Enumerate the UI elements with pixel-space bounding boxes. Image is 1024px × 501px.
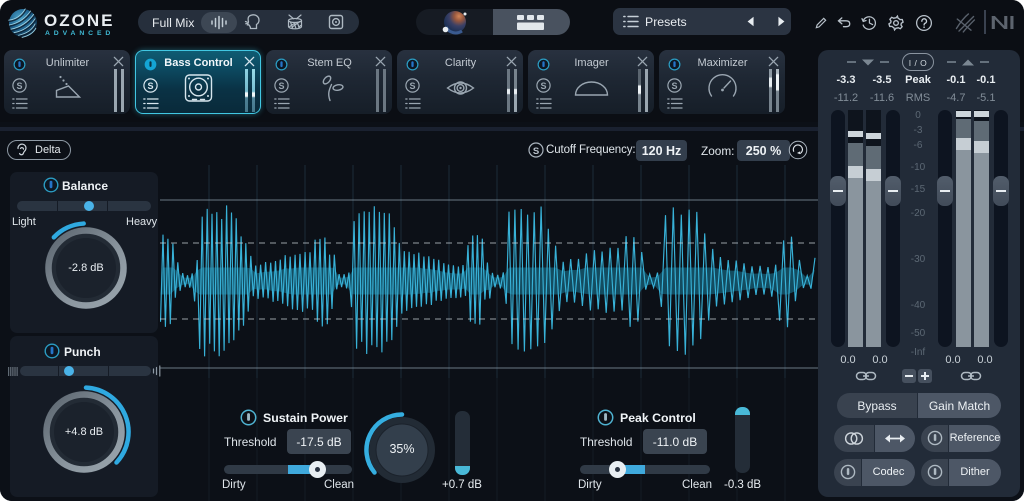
- svg-text:S: S: [533, 146, 539, 157]
